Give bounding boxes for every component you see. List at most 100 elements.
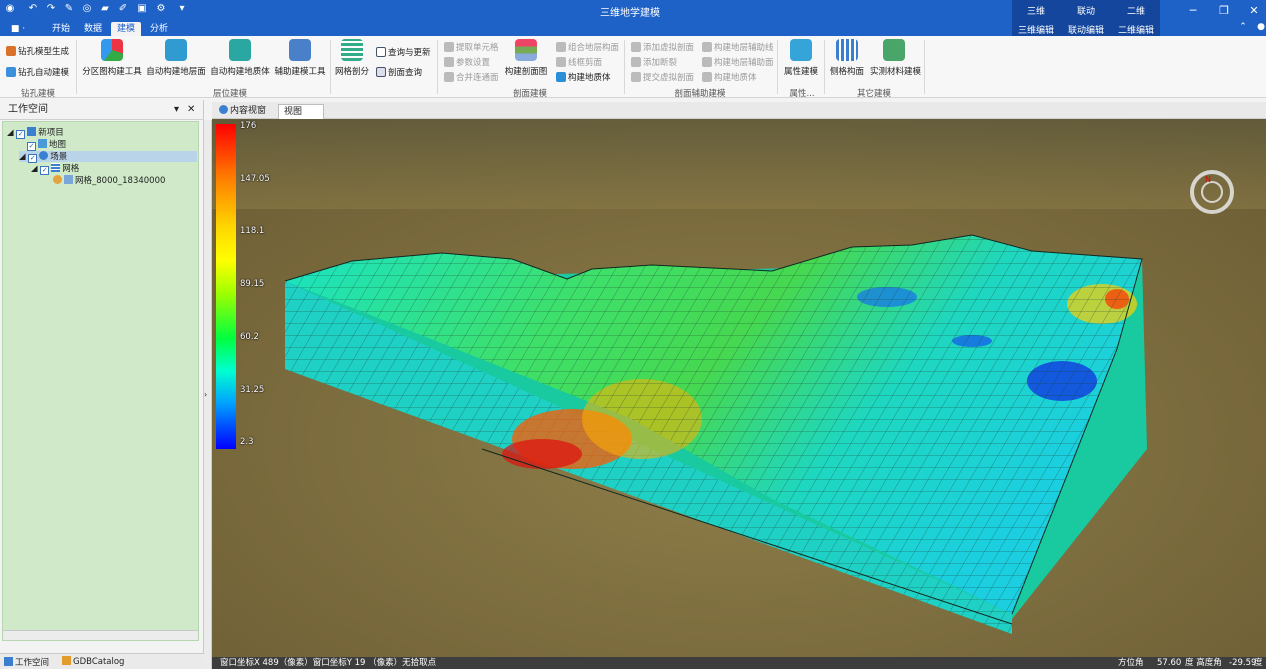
help-icon[interactable]: ● (1251, 22, 1266, 32)
layers-icon[interactable]: ▣ (136, 3, 148, 15)
pin-icon[interactable]: ▾ (174, 100, 179, 120)
workspace-panel: 工作空间 ▾ ✕ ◢ ✓ 新项目 ✓ 地图 ◢ ✓ 场景 ◢ ✓ 网格 网格_8000_… (0, 100, 204, 669)
ctx-tab-3d-edit[interactable]: 三维编辑 (1012, 23, 1060, 36)
tab-gdbcatalog[interactable]: GDBCatalog (62, 656, 124, 667)
side-grid-face-button[interactable]: 侧格构面 (828, 39, 866, 77)
expand-arrow-icon[interactable]: › (204, 390, 207, 399)
color-legend (216, 124, 236, 449)
geobody-icon (229, 39, 251, 61)
workspace-icon (4, 657, 13, 666)
ribbon-separator (624, 40, 625, 94)
checkbox[interactable]: ✓ (28, 154, 38, 163)
restore-icon[interactable]: ❐ (1214, 4, 1234, 17)
tab-start[interactable]: 开始 (48, 22, 74, 36)
ctx-tab-linked[interactable]: 联动 (1062, 4, 1110, 17)
document-tabs: 内容视窗 视图 ✕ (212, 102, 1266, 131)
panel-close-icon[interactable]: ✕ (187, 100, 195, 120)
tree-node-grid-item[interactable]: 网格_8000_18340000 (53, 175, 165, 186)
extract-icon (444, 42, 454, 52)
tab-workspace[interactable]: 工作空间 (4, 656, 49, 668)
tab-data[interactable]: 数据 (80, 22, 106, 36)
param-settings-button[interactable]: 参数设置 (444, 56, 490, 68)
ribbon-separator (330, 40, 331, 94)
borehole-icon (6, 46, 16, 56)
quick-access-dropdown-icon[interactable]: ▾ (176, 3, 188, 15)
build-section-button[interactable]: 构建剖面图 (504, 39, 548, 77)
add-fault-button[interactable]: 添加断裂 (631, 56, 677, 68)
pen-icon[interactable]: ✐ (117, 3, 129, 15)
expand-icon[interactable]: ◢ (31, 164, 38, 174)
aux-geobody-button[interactable]: 构建地质体 (702, 71, 757, 83)
scene-canvas[interactable]: N (212, 119, 1266, 657)
tool-icon[interactable]: ✎ (63, 3, 75, 15)
ctx-tab-2d-edit[interactable]: 二维编辑 (1112, 23, 1160, 36)
undo-icon[interactable]: ↶ (27, 3, 39, 15)
horizontal-scrollbar[interactable] (3, 630, 198, 640)
expand-icon[interactable]: ◢ (7, 128, 14, 138)
extract-cell-button[interactable]: 提取单元格 (444, 41, 499, 53)
redo-icon[interactable]: ↷ (45, 3, 57, 15)
checkbox[interactable]: ✓ (27, 142, 36, 151)
attribute-model-button[interactable]: 属性建模 (782, 39, 820, 77)
scene-icon (39, 151, 49, 160)
measured-material-button[interactable]: 实测材料建模 (870, 39, 921, 77)
status-azimuth: 57.60 (1157, 658, 1182, 668)
tree-node-scene[interactable]: ◢ ✓ 场景 (19, 151, 197, 163)
ctx-tab-3d[interactable]: 三维 (1012, 4, 1060, 17)
close-icon[interactable]: ✕ (1244, 4, 1264, 17)
query-update-button[interactable]: 查询与更新 (376, 46, 431, 58)
aux-surface-icon (702, 57, 712, 67)
globe-icon[interactable]: ◎ (81, 3, 93, 15)
expand-icon[interactable]: ◢ (19, 152, 26, 162)
checkbox[interactable]: ✓ (40, 166, 50, 175)
tab-modeling[interactable]: 建模 (111, 22, 141, 36)
north-indicator-icon: N (1205, 175, 1211, 184)
auto-geobody-button[interactable]: 自动构建地质体 (210, 39, 270, 77)
legend-value: 89.15 (240, 279, 265, 289)
build-geobody-button[interactable]: 构建地质体 (556, 71, 611, 83)
layer-aux-line-button[interactable]: 构建地层辅助线 (702, 41, 774, 53)
submit-icon (631, 72, 641, 82)
panel-splitter[interactable]: › (204, 120, 212, 669)
tab-view[interactable]: 视图 ✕ (278, 104, 324, 131)
submit-virtual-section-button[interactable]: 提交虚拟剖面 (631, 71, 694, 83)
merge-face-button[interactable]: 合并连通面 (444, 71, 499, 83)
edit-icon[interactable]: ▰ (99, 3, 111, 15)
ctx-tab-linked-edit[interactable]: 联动编辑 (1062, 23, 1110, 36)
section-query-button[interactable]: 剖面查询 (376, 66, 422, 78)
workspace-header: 工作空间 ▾ ✕ (0, 100, 204, 120)
tree-node-project[interactable]: ◢ ✓ 新项目 (7, 127, 64, 139)
grid-split-button[interactable]: 网格剖分 (334, 39, 370, 77)
tree-node-map[interactable]: ✓ 地图 (27, 139, 66, 151)
auto-layer-surface-button[interactable]: 自动构建地层面 (146, 39, 206, 77)
ribbon-separator (777, 40, 778, 94)
app-logo-icon: ◉ (5, 3, 15, 14)
borehole-auto-button[interactable]: 钻孔自动建模 (6, 66, 69, 78)
group-layer: 层位建模 (212, 89, 247, 99)
tree-node-grid[interactable]: ◢ ✓ 网格 (31, 163, 79, 175)
status-elev: -29.59 (1229, 658, 1257, 668)
query-icon (376, 47, 386, 57)
aux-geobody-icon (702, 72, 712, 82)
aux-model-tool-button[interactable]: 辅助建模工具 (274, 39, 326, 77)
group-other: 其它建模 (856, 89, 891, 99)
ribbon: 钻孔模型生成 钻孔自动建模 钻孔建模 分区图构建工具 自动构建地层面 自动构建地… (0, 36, 1266, 99)
wireframe-cut-button[interactable]: 线框剪面 (556, 56, 602, 68)
3d-viewport[interactable]: N 176 147.05 118.1 89.15 60.2 31.25 2.3 (212, 119, 1266, 657)
borehole-model-button[interactable]: 钻孔模型生成 (6, 45, 69, 57)
file-menu[interactable]: ■ · (7, 22, 29, 36)
ribbon-collapse-icon[interactable]: ⌃ (1233, 22, 1253, 32)
combine-icon (556, 42, 566, 52)
tab-analysis[interactable]: 分析 (146, 22, 172, 36)
ctx-tab-2d[interactable]: 二维 (1112, 4, 1160, 17)
tab-content-view[interactable]: 内容视窗 (214, 104, 271, 119)
zone-map-tool-button[interactable]: 分区图构建工具 (82, 39, 142, 77)
checkbox[interactable]: ✓ (16, 130, 26, 139)
grid-layer-icon (51, 163, 61, 172)
settings-icon[interactable]: ⚙ (155, 3, 167, 15)
layer-aux-surface-button[interactable]: 构建地层辅助面 (702, 56, 774, 68)
add-virtual-section-button[interactable]: 添加虚拟剖面 (631, 41, 694, 53)
minimize-icon[interactable]: ─ (1183, 4, 1203, 17)
combine-layer-button[interactable]: 组合地层构面 (556, 41, 619, 53)
fault-icon (631, 57, 641, 67)
